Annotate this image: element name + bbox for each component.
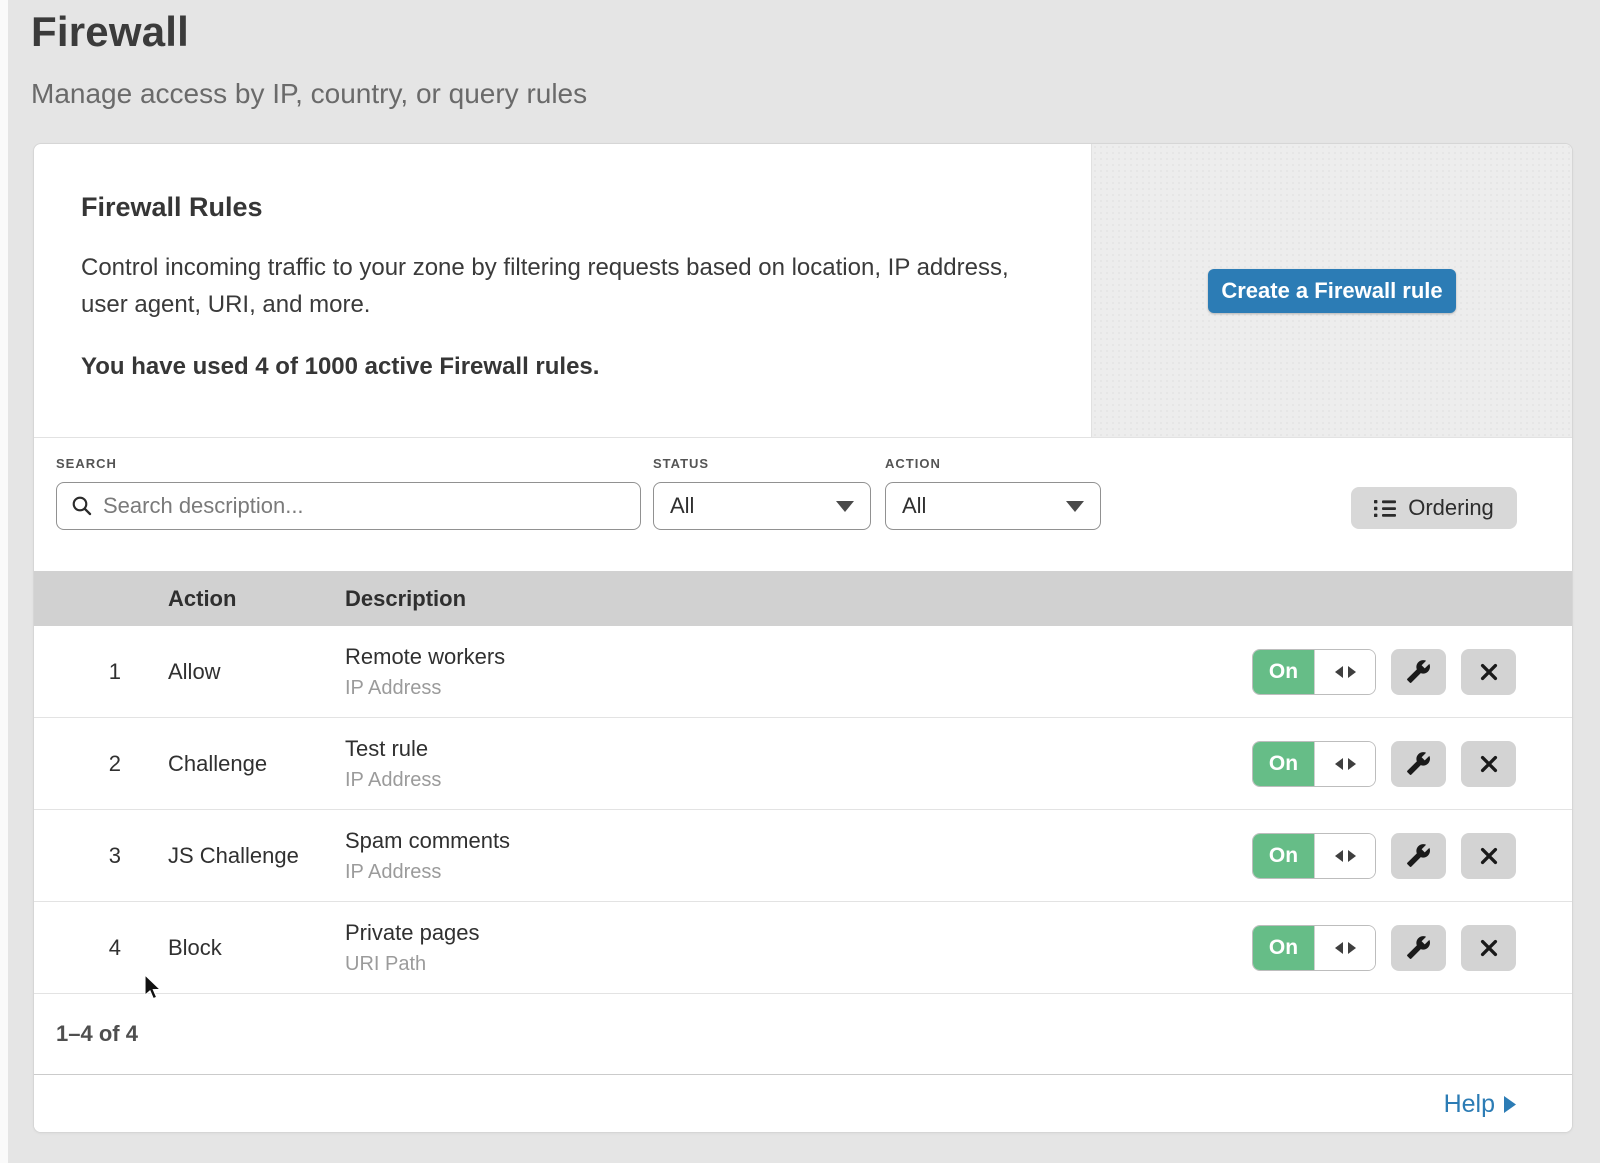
pagination-summary: 1–4 of 4 xyxy=(56,1021,138,1047)
rule-description-cell: Test rule IP Address xyxy=(345,736,1252,792)
rule-description: Test rule xyxy=(345,736,1252,762)
firewall-rules-card: Firewall Rules Control incoming traffic … xyxy=(33,143,1573,1133)
close-icon xyxy=(1478,937,1500,959)
create-rule-panel: Create a Firewall rule xyxy=(1091,144,1572,437)
delete-rule-button[interactable] xyxy=(1461,649,1516,695)
close-icon xyxy=(1478,845,1500,867)
rule-controls: On xyxy=(1252,925,1516,971)
rule-enabled-toggle[interactable]: On xyxy=(1252,833,1376,879)
left-right-arrows-icon xyxy=(1333,665,1358,679)
ordering-button-label: Ordering xyxy=(1408,495,1494,521)
rules-list: 1 Allow Remote workers IP Address On xyxy=(34,626,1572,994)
edit-rule-button[interactable] xyxy=(1391,833,1446,879)
wrench-icon xyxy=(1406,843,1431,868)
toggle-drag-handle[interactable] xyxy=(1314,834,1375,878)
toggle-on-label: On xyxy=(1253,926,1314,970)
window-edge xyxy=(0,0,8,1163)
delete-rule-button[interactable] xyxy=(1461,741,1516,787)
page-title: Firewall xyxy=(31,8,587,56)
rule-controls: On xyxy=(1252,741,1516,787)
table-row: 3 JS Challenge Spam comments IP Address … xyxy=(34,810,1572,902)
rule-match-type: IP Address xyxy=(345,677,1252,700)
ordering-button[interactable]: Ordering xyxy=(1351,487,1517,529)
toggle-on-label: On xyxy=(1253,650,1314,694)
rule-match-type: IP Address xyxy=(345,769,1252,792)
chevron-down-icon xyxy=(1066,501,1084,512)
rule-controls: On xyxy=(1252,649,1516,695)
toggle-on-label: On xyxy=(1253,742,1314,786)
column-header-description: Description xyxy=(345,586,466,612)
rule-action: JS Challenge xyxy=(168,843,345,869)
delete-rule-button[interactable] xyxy=(1461,925,1516,971)
left-right-arrows-icon xyxy=(1333,941,1358,955)
wrench-icon xyxy=(1406,659,1431,684)
rule-enabled-toggle[interactable]: On xyxy=(1252,649,1376,695)
table-header: Action Description xyxy=(34,571,1572,626)
rule-description: Spam comments xyxy=(345,828,1252,854)
section-heading: Firewall Rules xyxy=(81,192,1044,223)
rule-description-cell: Remote workers IP Address xyxy=(345,644,1252,700)
wrench-icon xyxy=(1406,751,1431,776)
triangle-right-icon xyxy=(1504,1096,1516,1113)
table-row: 1 Allow Remote workers IP Address On xyxy=(34,626,1572,718)
search-field-container xyxy=(56,482,641,530)
rule-action: Block xyxy=(168,935,345,961)
pagination-row: 1–4 of 4 xyxy=(34,994,1572,1074)
rule-description-cell: Spam comments IP Address xyxy=(345,828,1252,884)
edit-rule-button[interactable] xyxy=(1391,925,1446,971)
search-label: SEARCH xyxy=(56,456,117,471)
table-row: 4 Block Private pages URI Path On xyxy=(34,902,1572,994)
toggle-drag-handle[interactable] xyxy=(1314,742,1375,786)
rule-description: Private pages xyxy=(345,920,1252,946)
page-subtitle: Manage access by IP, country, or query r… xyxy=(31,78,587,110)
wrench-icon xyxy=(1406,935,1431,960)
rule-action: Allow xyxy=(168,659,345,685)
search-input[interactable] xyxy=(103,493,626,519)
rule-match-type: URI Path xyxy=(345,953,1252,976)
search-icon xyxy=(71,495,93,517)
action-label: ACTION xyxy=(885,456,941,471)
rule-enabled-toggle[interactable]: On xyxy=(1252,925,1376,971)
rule-enabled-toggle[interactable]: On xyxy=(1252,741,1376,787)
create-firewall-rule-button[interactable]: Create a Firewall rule xyxy=(1208,269,1456,313)
delete-rule-button[interactable] xyxy=(1461,833,1516,879)
toggle-drag-handle[interactable] xyxy=(1314,650,1375,694)
action-dropdown[interactable]: All xyxy=(885,482,1101,530)
help-link[interactable]: Help xyxy=(1444,1090,1516,1119)
chevron-down-icon xyxy=(836,501,854,512)
rule-priority: 3 xyxy=(34,843,168,869)
left-right-arrows-icon xyxy=(1333,849,1358,863)
column-header-action: Action xyxy=(168,586,236,612)
status-dropdown[interactable]: All xyxy=(653,482,871,530)
help-link-label: Help xyxy=(1444,1090,1495,1119)
action-selected-value: All xyxy=(902,493,926,519)
rule-description: Remote workers xyxy=(345,644,1252,670)
rule-match-type: IP Address xyxy=(345,861,1252,884)
close-icon xyxy=(1478,661,1500,683)
close-icon xyxy=(1478,753,1500,775)
card-footer: Help xyxy=(34,1074,1572,1133)
rule-action: Challenge xyxy=(168,751,345,777)
toggle-on-label: On xyxy=(1253,834,1314,878)
edit-rule-button[interactable] xyxy=(1391,649,1446,695)
table-row: 2 Challenge Test rule IP Address On xyxy=(34,718,1572,810)
rule-priority: 4 xyxy=(34,935,168,961)
rule-priority: 1 xyxy=(34,659,168,685)
left-right-arrows-icon xyxy=(1333,757,1358,771)
toggle-drag-handle[interactable] xyxy=(1314,926,1375,970)
section-description: Control incoming traffic to your zone by… xyxy=(81,249,1026,323)
intro-section: Firewall Rules Control incoming traffic … xyxy=(34,144,1572,438)
rule-controls: On xyxy=(1252,833,1516,879)
usage-summary: You have used 4 of 1000 active Firewall … xyxy=(81,353,1044,381)
edit-rule-button[interactable] xyxy=(1391,741,1446,787)
ordered-list-icon xyxy=(1374,499,1397,518)
rule-description-cell: Private pages URI Path xyxy=(345,920,1252,976)
status-selected-value: All xyxy=(670,493,694,519)
page-header: Firewall Manage access by IP, country, o… xyxy=(31,8,587,110)
status-label: STATUS xyxy=(653,456,709,471)
filters-bar: SEARCH STATUS All ACTION All xyxy=(34,438,1572,571)
rule-priority: 2 xyxy=(34,751,168,777)
